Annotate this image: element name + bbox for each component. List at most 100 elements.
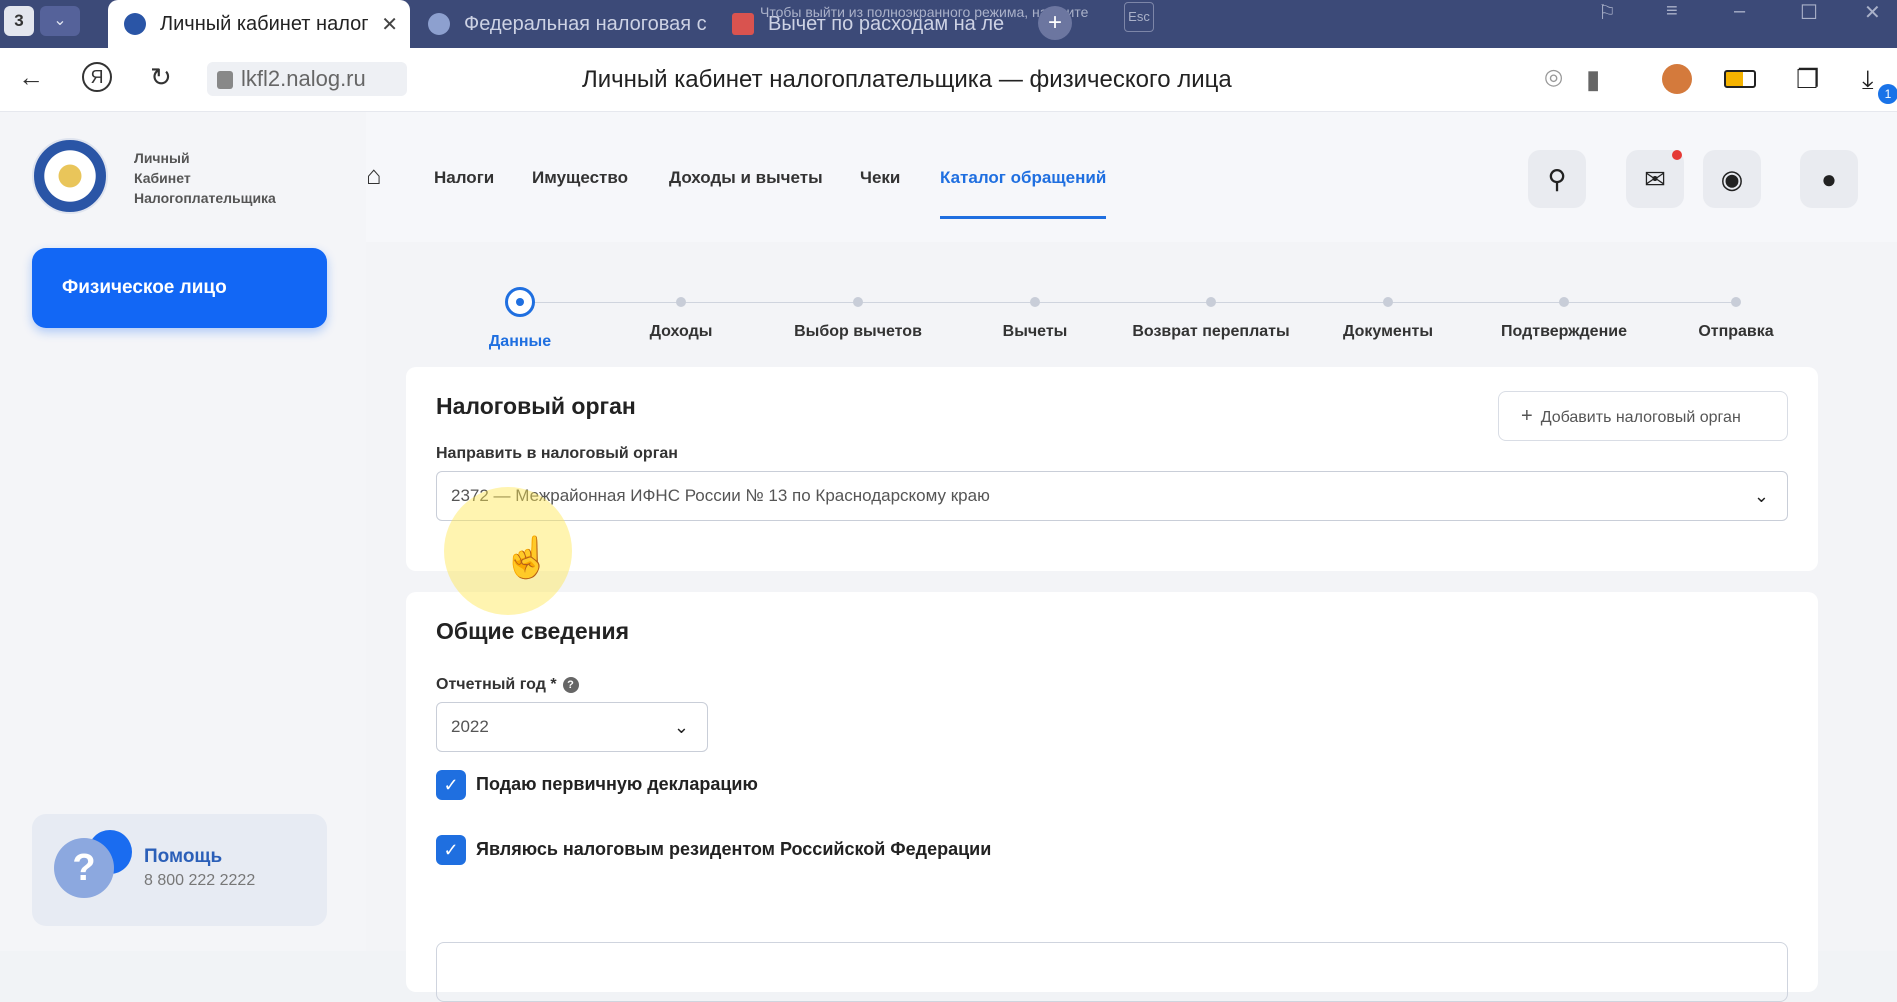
close-icon[interactable]: ✕ [381,12,398,37]
checkbox-label: Подаю первичную декларацию [476,774,758,794]
address-bar: ← Я ↻ lkfl2.nalog.ru Личный кабинет нало… [0,48,1897,112]
step-data[interactable]: Данные [435,262,605,351]
download-icon[interactable]: ⤓ [1862,64,1874,96]
step-label: Доходы [649,323,713,340]
field-label: Направить в налоговый орган [436,445,678,462]
help-phone: 8 800 222 2222 [144,872,256,889]
nav-item-receipts[interactable]: Чеки [860,168,900,188]
info-box [436,942,1788,1002]
tab-title: Федеральная налоговая с [464,12,707,35]
general-info-card: Общие сведения Отчетный год *? 2022 ⌄ ✓ … [406,592,1818,1002]
chevron-down-icon: ⌄ [673,717,689,737]
step-deductions[interactable]: Вычеты [950,262,1120,341]
chevron-down-icon: ⌄ [1753,486,1769,506]
button-label: Добавить налоговый орган [1540,409,1741,426]
lock-icon [217,71,233,90]
download-count-badge: 1 [1878,84,1897,104]
tab-count-button[interactable]: 3 [4,6,34,36]
user-icon[interactable]: ● [1800,150,1858,208]
checkbox-label: Являюсь налоговым резидентом Российской … [476,839,992,859]
tab-fns[interactable]: Федеральная налоговая с [412,0,712,48]
help-title: Помощь [144,846,223,867]
home-icon[interactable]: ⌂ [366,160,382,191]
section-title: Налоговый орган [436,393,636,419]
logo-line: Кабинет [134,170,191,186]
nav-item-taxes[interactable]: Налоги [434,168,494,188]
new-tab-icon[interactable]: + [1038,6,1072,40]
add-tax-authority-button[interactable]: + Добавить налоговый орган [1498,391,1788,441]
accessibility-icon[interactable]: ◉ [1703,150,1761,208]
collections-icon[interactable]: ❐ [1796,64,1819,95]
fns-logo-icon[interactable] [32,138,108,214]
wizard-steps: Данные Доходы Выбор вычетов Вычеты Возвр… [406,262,1826,350]
bookmark-icon[interactable]: ▮ [1586,64,1600,95]
fns-favicon-icon [124,13,146,35]
primary-declaration-checkbox[interactable]: ✓ [436,770,466,800]
logo-line: Налогоплательщика [134,190,276,206]
back-icon[interactable]: ← [18,62,44,93]
selected-year: 2022 [451,717,489,736]
maximize-icon[interactable]: ☐ [1800,0,1818,25]
plus-icon: + [1521,405,1533,427]
step-documents[interactable]: Документы [1303,262,1473,341]
bookmark-outline-icon[interactable]: ⚐ [1598,0,1616,25]
main-content: Данные Доходы Выбор вычетов Вычеты Возвр… [366,242,1897,1002]
yandex-icon[interactable]: Я [82,62,112,92]
logo-line: Личный [134,150,190,166]
year-label: Отчетный год * [436,676,557,693]
step-dot [1030,297,1040,307]
step-label: Возврат переплаты [1132,323,1290,340]
tax-authority-select[interactable]: 2372 — Межрайонная ИФНС России № 13 по К… [436,471,1788,521]
step-dot [1731,297,1741,307]
nav-item-income[interactable]: Доходы и вычеты [669,168,823,188]
step-confirmation[interactable]: Подтверждение [1479,262,1649,341]
browser-tab-bar: 3 ⌄ Личный кабинет налог ✕ Федеральная н… [0,0,1897,48]
year-select[interactable]: 2022 ⌄ [436,702,708,752]
step-dot-active [505,287,535,317]
extension-avatar-icon[interactable] [1662,64,1692,94]
field-label: Отчетный год *? [436,676,579,694]
logo-text: Личный Кабинет Налогоплательщика [134,148,294,208]
nav-item-catalog[interactable]: Каталог обращений [940,168,1106,188]
page-title: Личный кабинет налогоплательщика — физич… [582,66,1232,93]
step-dot [1383,297,1393,307]
help-icon[interactable]: ? [562,676,579,693]
step-submit[interactable]: Отправка [1651,262,1821,341]
minimize-icon[interactable]: – [1734,0,1745,23]
notification-dot [1672,150,1682,160]
step-refund[interactable]: Возврат переплаты [1126,262,1296,341]
hand-cursor-icon: ☝ [502,536,552,580]
url-text: lkfl2.nalog.ru [241,66,366,91]
tab-lk-nalog[interactable]: Личный кабинет налог ✕ [108,0,410,48]
esc-key-hint: Esc [1124,2,1154,32]
sidebar: Личный Кабинет Налогоплательщика Физичес… [0,112,366,951]
window-close-icon[interactable]: ✕ [1864,0,1881,25]
question-icon: ? [54,838,114,898]
active-nav-underline [940,216,1106,219]
step-dot [1206,297,1216,307]
battery-icon[interactable] [1724,70,1756,88]
pdf-icon [732,13,754,35]
step-deduction-choice[interactable]: Выбор вычетов [773,262,943,341]
tax-authority-card: Налоговый орган + Добавить налоговый орга… [406,367,1818,571]
search-icon[interactable]: ⚲ [1528,150,1586,208]
step-label: Подтверждение [1501,323,1627,340]
reload-icon[interactable]: ↻ [150,62,172,93]
step-label: Вычеты [1002,323,1068,340]
step-dot [1559,297,1569,307]
main-nav: ⌂ Налоги Имущество Доходы и вычеты Чеки … [366,112,1897,242]
url-field[interactable]: lkfl2.nalog.ru [207,62,407,96]
tax-resident-checkbox[interactable]: ✓ [436,835,466,865]
tab-title: Личный кабинет налог [160,12,369,35]
nav-item-property[interactable]: Имущество [532,168,628,188]
section-title: Общие сведения [436,618,630,644]
step-income[interactable]: Доходы [596,262,766,341]
step-label: Данные [488,333,552,350]
translate-icon[interactable]: ◎ [1544,64,1563,90]
step-label: Документы [1343,323,1433,340]
chevron-down-icon[interactable]: ⌄ [40,6,80,36]
step-dot [853,297,863,307]
menu-icon[interactable]: ≡ [1666,0,1678,23]
person-type-button[interactable]: Физическое лицо [32,248,327,328]
help-card[interactable]: ? Помощь 8 800 222 2222 [32,814,327,926]
